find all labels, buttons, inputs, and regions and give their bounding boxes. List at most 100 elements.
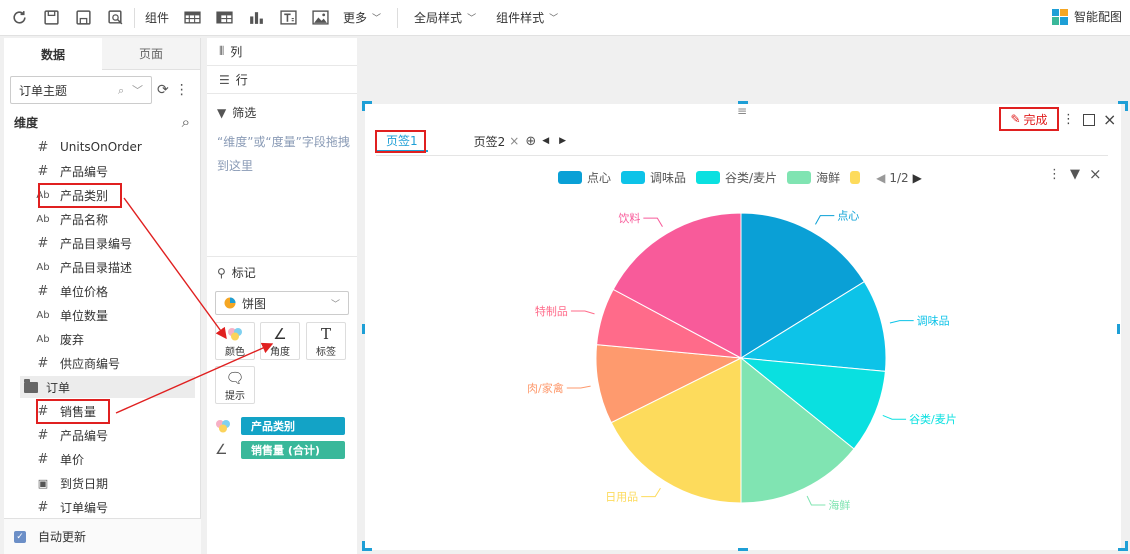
field-item[interactable]: Ab 产品目录描述 <box>34 256 132 278</box>
label-mark-button[interactable]: T 标签 <box>306 322 346 360</box>
text-icon: T <box>320 324 331 343</box>
more-label: 更多 <box>343 11 368 25</box>
measure-type-icon: # <box>37 235 49 251</box>
config-panel: ⦀ 列 ☰ 行 ▼ 筛选 “维度”或“度量”字段拖拽到这里 ⚲ 标记 饼图 ﹀ … <box>207 38 357 554</box>
global-style-dropdown[interactable]: 全局样式 ﹀ <box>414 9 476 26</box>
pie-slice-label: 特制品 <box>535 304 568 318</box>
table-icon[interactable] <box>179 5 205 31</box>
bar-chart-icon[interactable] <box>243 5 269 31</box>
close-icon[interactable]: × <box>1103 110 1116 129</box>
folder-orders[interactable]: 订单 <box>20 376 195 398</box>
preview-icon[interactable] <box>102 5 128 31</box>
field-item[interactable]: # 单位价格 <box>34 280 108 302</box>
save-icon[interactable] <box>38 5 64 31</box>
more-vertical-icon[interactable]: ⋮ <box>1048 167 1061 182</box>
add-tab-icon[interactable]: ⊕ <box>525 134 536 149</box>
field-item[interactable]: # 产品编号 <box>34 424 108 446</box>
field-item[interactable]: Ab 废弃 <box>34 328 84 350</box>
smart-chart-button[interactable]: 智能配图 <box>1051 8 1122 25</box>
field-item[interactable]: # 供应商编号 <box>34 352 120 374</box>
text-type-icon: Ab <box>36 333 50 345</box>
smart-chart-label: 智能配图 <box>1073 10 1122 24</box>
widget-actions: ⋮ × <box>1062 110 1116 129</box>
more-vertical-icon[interactable]: ⋮ <box>175 82 189 98</box>
checkbox-checked-icon[interactable]: ✓ <box>14 530 26 543</box>
subject-select-value: 订单主题 <box>19 83 68 98</box>
chevron-down-icon: ﹀ <box>467 14 477 24</box>
angle-icon: ∠ <box>273 324 287 343</box>
field-item[interactable]: # 产品目录编号 <box>34 232 132 254</box>
component-label: 组件 <box>145 11 170 25</box>
tooltip-mark-button[interactable]: 🗨 提示 <box>215 366 255 404</box>
component-style-dropdown[interactable]: 组件样式 ﹀ <box>496 9 558 26</box>
refresh-icon[interactable]: ⟳ <box>157 82 169 98</box>
label-leader-line <box>643 217 663 227</box>
resize-handle[interactable] <box>1117 324 1120 334</box>
field-item[interactable]: # UnitsOnOrder <box>34 136 142 158</box>
columns-shelf[interactable]: ⦀ 列 <box>207 38 357 66</box>
component-style-label: 组件样式 <box>496 11 545 25</box>
tab-page[interactable]: 页面 <box>102 38 200 70</box>
rows-shelf[interactable]: ☰ 行 <box>207 66 357 94</box>
folder-icon <box>24 378 38 393</box>
pie-chart: 点心调味品谷类/麦片海鲜 日用品 肉/家禽 特制品 饮料 <box>527 210 957 510</box>
label-leader-line <box>882 414 907 420</box>
field-item[interactable]: # 单价 <box>34 448 84 470</box>
auto-update-row[interactable]: ✓ 自动更新 <box>4 518 201 554</box>
color-mark-button[interactable]: 颜色 <box>215 322 255 360</box>
tab-page-2[interactable]: 页签2 <box>464 130 510 152</box>
drag-handle-icon[interactable]: ≡ <box>737 104 747 118</box>
chart-type-select[interactable]: 饼图 ﹀ <box>215 291 349 315</box>
search-icon[interactable]: ⌕ <box>118 84 124 97</box>
field-item[interactable]: ▣ 到货日期 <box>34 472 108 494</box>
resize-handle[interactable] <box>1118 541 1128 551</box>
toolbar: 组件 更多 ﹀ 全局样式 ﹀ 组件样式 ﹀ 智能配图 <box>0 0 1130 36</box>
crosstab-icon[interactable] <box>211 5 237 31</box>
prev-tab-icon[interactable]: ◀ <box>542 136 549 146</box>
more-vertical-icon[interactable]: ⋮ <box>1062 112 1075 127</box>
dimension-label: 维度 <box>14 115 39 130</box>
done-button[interactable]: ✎ 完成 <box>999 107 1059 131</box>
edit-icon: ✎ <box>1010 112 1021 126</box>
refresh-icon[interactable] <box>6 5 32 31</box>
angle-mark-button[interactable]: ∠ 角度 <box>260 322 300 360</box>
more-dropdown[interactable]: 更多 ﹀ <box>343 9 381 26</box>
filter-drop-zone[interactable]: “维度”或“度量”字段拖拽到这里 <box>217 130 357 178</box>
field-item[interactable]: # 产品编号 <box>34 160 108 182</box>
filter-icon[interactable]: ▼ <box>1070 167 1080 182</box>
subject-select[interactable]: 订单主题 ⌕ ﹀ <box>10 76 152 104</box>
comment-icon: 🗨 <box>225 368 245 387</box>
toolbar-divider <box>397 7 399 28</box>
image-icon[interactable] <box>307 5 333 31</box>
close-icon[interactable]: × <box>1089 165 1102 183</box>
field-item[interactable]: Ab 单位数量 <box>34 304 108 326</box>
resize-handle[interactable] <box>738 548 748 551</box>
next-tab-icon[interactable]: ▶ <box>559 136 566 146</box>
color-field-row: 产品类别 <box>215 417 345 435</box>
maximize-icon[interactable] <box>1083 113 1095 126</box>
columns-label: 列 <box>230 45 243 59</box>
resize-handle[interactable] <box>1118 101 1128 111</box>
field-item[interactable]: # 订单编号 <box>34 496 108 518</box>
angle-field-pill[interactable]: 销售量 (合计) <box>241 441 345 459</box>
text-box-icon[interactable] <box>275 5 301 31</box>
label-leader-line <box>566 385 591 389</box>
resize-handle[interactable] <box>362 101 372 111</box>
pin-icon: ⚲ <box>217 265 226 280</box>
color-field-pill[interactable]: 产品类别 <box>241 417 345 435</box>
color-icon <box>227 325 243 343</box>
search-icon[interactable]: ⌕ <box>182 113 190 131</box>
pie-slice-label: 谷类/麦片 <box>909 412 957 426</box>
chart-type-value: 饼图 <box>242 296 267 311</box>
highlight-box <box>375 130 426 153</box>
resize-handle[interactable] <box>362 541 372 551</box>
chevron-down-icon: ﹀ <box>372 14 382 24</box>
tab-data[interactable]: 数据 <box>4 38 102 70</box>
rows-icon: ☰ <box>219 72 230 87</box>
field-item[interactable]: Ab 产品名称 <box>34 208 108 230</box>
label-leader-line <box>815 215 835 225</box>
save-as-icon[interactable] <box>70 5 96 31</box>
close-icon[interactable]: × <box>509 134 519 148</box>
resize-handle[interactable] <box>362 324 365 334</box>
pie-slice-label: 饮料 <box>618 211 640 225</box>
